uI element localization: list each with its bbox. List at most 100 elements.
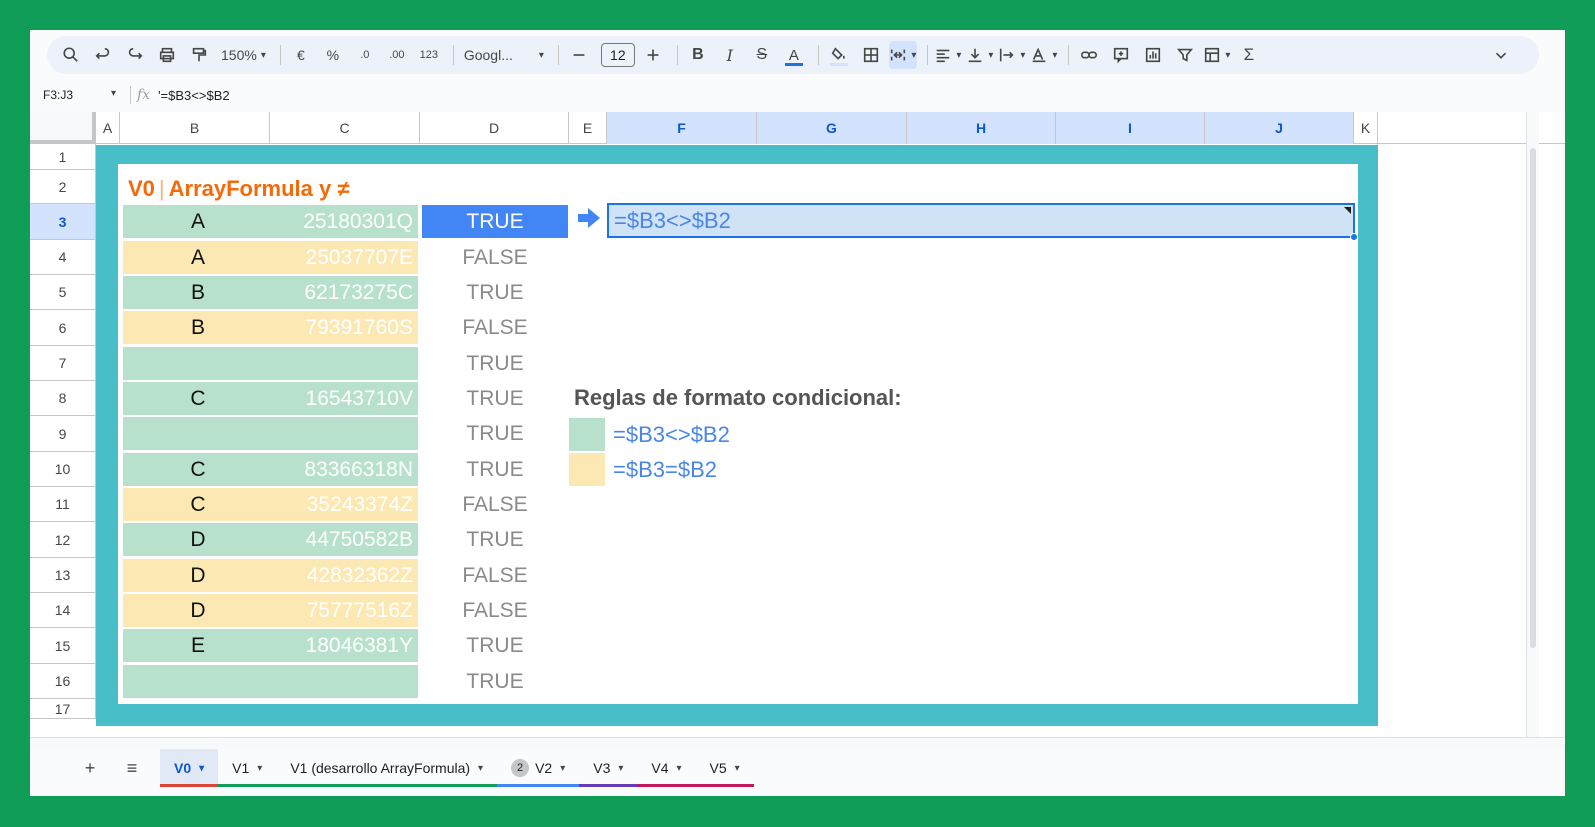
- font-family-select[interactable]: Googl...: [460, 41, 548, 69]
- font-size-input[interactable]: 12: [600, 43, 635, 67]
- row-header-8[interactable]: 8: [30, 381, 96, 416]
- id-cell[interactable]: 25037707E: [273, 246, 413, 270]
- table-row[interactable]: C 16543710V: [123, 382, 418, 415]
- fill-handle[interactable]: [1350, 233, 1358, 241]
- formula-input[interactable]: '=$B3<>$B2: [158, 88, 230, 103]
- result-cell[interactable]: FALSE: [422, 241, 568, 274]
- sheet-tab[interactable]: V0: [160, 749, 219, 787]
- print-icon[interactable]: [153, 41, 181, 69]
- column-header-j[interactable]: J: [1205, 112, 1354, 144]
- column-header-g[interactable]: G: [757, 112, 907, 144]
- id-cell[interactable]: 35243374Z: [273, 493, 413, 517]
- row-header-14[interactable]: 14: [30, 593, 96, 628]
- sheet-tab[interactable]: V5: [695, 749, 754, 787]
- increase-font-size-icon[interactable]: [639, 41, 667, 69]
- vertical-scrollbar[interactable]: [1526, 112, 1539, 737]
- result-cell[interactable]: TRUE: [422, 523, 568, 556]
- table-row[interactable]: D 42832362Z: [123, 559, 418, 592]
- column-header-c[interactable]: C: [270, 112, 420, 144]
- group-cell[interactable]: C: [123, 387, 273, 411]
- add-sheet-icon[interactable]: +: [72, 754, 108, 782]
- table-row[interactable]: A 25180301Q: [123, 205, 418, 238]
- result-cell[interactable]: TRUE: [422, 276, 568, 309]
- group-cell[interactable]: B: [123, 316, 273, 340]
- result-cell[interactable]: TRUE: [422, 665, 568, 698]
- id-cell[interactable]: 18046381Y: [273, 634, 413, 658]
- column-header-d[interactable]: D: [420, 112, 569, 144]
- text-color-icon[interactable]: A: [780, 41, 808, 69]
- group-cell[interactable]: A: [123, 246, 273, 270]
- row-header-9[interactable]: 9: [30, 416, 96, 452]
- id-cell[interactable]: 62173275C: [273, 281, 413, 305]
- insert-comment-icon[interactable]: [1107, 41, 1135, 69]
- row-header-17[interactable]: 17: [30, 699, 96, 719]
- sheet-grid[interactable]: ABCDEFGHIJK 1 2 3 4 5 6 7 8 9 10 11 12 13 14 15 16 17 V0…: [30, 112, 1565, 737]
- table-row[interactable]: C 35243374Z: [123, 488, 418, 521]
- scrollbar-thumb[interactable]: [1530, 148, 1536, 648]
- decrease-decimal-button[interactable]: .0: [351, 41, 379, 69]
- id-cell[interactable]: 79391760S: [273, 316, 413, 340]
- column-header-f[interactable]: F: [607, 112, 757, 144]
- table-row[interactable]: [123, 347, 418, 380]
- row-header-4[interactable]: 4: [30, 240, 96, 275]
- result-cell[interactable]: TRUE: [422, 382, 568, 415]
- id-cell[interactable]: 42832362Z: [273, 564, 413, 588]
- all-sheets-menu-icon[interactable]: ≡: [114, 754, 150, 782]
- group-cell[interactable]: D: [123, 599, 273, 623]
- number-format-button[interactable]: 123: [415, 41, 443, 69]
- strikethrough-icon[interactable]: S: [748, 41, 776, 69]
- increase-decimal-button[interactable]: .00: [383, 41, 411, 69]
- column-header-e[interactable]: E: [569, 112, 607, 144]
- sheet-tab[interactable]: V4: [637, 749, 696, 787]
- group-cell[interactable]: A: [123, 210, 273, 234]
- text-rotation-icon[interactable]: [1030, 41, 1058, 69]
- sheet-tab[interactable]: V1 (desarrollo ArrayFormula): [276, 749, 498, 787]
- vertical-align-icon[interactable]: [966, 41, 994, 69]
- horizontal-scrollbar[interactable]: [30, 737, 1565, 749]
- result-cell[interactable]: FALSE: [422, 311, 568, 344]
- result-cell[interactable]: FALSE: [422, 559, 568, 592]
- id-cell[interactable]: 83366318N: [273, 458, 413, 482]
- selected-formula-cell[interactable]: =$B3<>$B2: [607, 203, 1358, 241]
- table-row[interactable]: C 83366318N: [123, 453, 418, 486]
- column-header-i[interactable]: I: [1056, 112, 1205, 144]
- redo-icon[interactable]: [121, 41, 149, 69]
- sheet-tab[interactable]: 2 V2: [497, 749, 580, 787]
- sheet-tab[interactable]: V1: [218, 749, 277, 787]
- column-header-a[interactable]: A: [96, 112, 120, 144]
- table-row[interactable]: B 62173275C: [123, 276, 418, 309]
- row-header-11[interactable]: 11: [30, 487, 96, 522]
- row-header-15[interactable]: 15: [30, 628, 96, 664]
- result-cell[interactable]: TRUE: [422, 417, 568, 450]
- bold-icon[interactable]: B: [684, 41, 712, 69]
- text-wrapping-icon[interactable]: [998, 41, 1026, 69]
- table-row[interactable]: D 44750582B: [123, 523, 418, 556]
- result-cell[interactable]: FALSE: [422, 488, 568, 521]
- result-cell[interactable]: TRUE: [422, 453, 568, 486]
- id-cell[interactable]: 16543710V: [273, 387, 413, 411]
- row-header-12[interactable]: 12: [30, 522, 96, 558]
- column-header-k[interactable]: K: [1354, 112, 1378, 144]
- italic-icon[interactable]: I: [716, 41, 744, 69]
- filter-icon[interactable]: [1171, 41, 1199, 69]
- column-header-b[interactable]: B: [120, 112, 270, 144]
- insert-chart-icon[interactable]: [1139, 41, 1167, 69]
- name-box[interactable]: F3:J3 ▾: [30, 88, 122, 102]
- table-row[interactable]: [123, 417, 418, 450]
- table-row[interactable]: E 18046381Y: [123, 629, 418, 662]
- result-cell[interactable]: TRUE: [422, 347, 568, 380]
- group-cell[interactable]: D: [123, 564, 273, 588]
- table-row[interactable]: D 75777516Z: [123, 594, 418, 627]
- paint-format-icon[interactable]: [185, 41, 213, 69]
- fill-color-icon[interactable]: [825, 41, 853, 69]
- currency-format-button[interactable]: €: [287, 41, 315, 69]
- insert-link-icon[interactable]: [1075, 41, 1103, 69]
- collapse-toolbar-icon[interactable]: [1487, 41, 1515, 69]
- row-header-7[interactable]: 7: [30, 346, 96, 381]
- row-header-2[interactable]: 2: [30, 170, 96, 204]
- table-row[interactable]: A 25037707E: [123, 241, 418, 274]
- search-menus-icon[interactable]: [57, 41, 85, 69]
- borders-icon[interactable]: [857, 41, 885, 69]
- filter-views-icon[interactable]: [1203, 41, 1231, 69]
- id-cell[interactable]: 44750582B: [273, 528, 413, 552]
